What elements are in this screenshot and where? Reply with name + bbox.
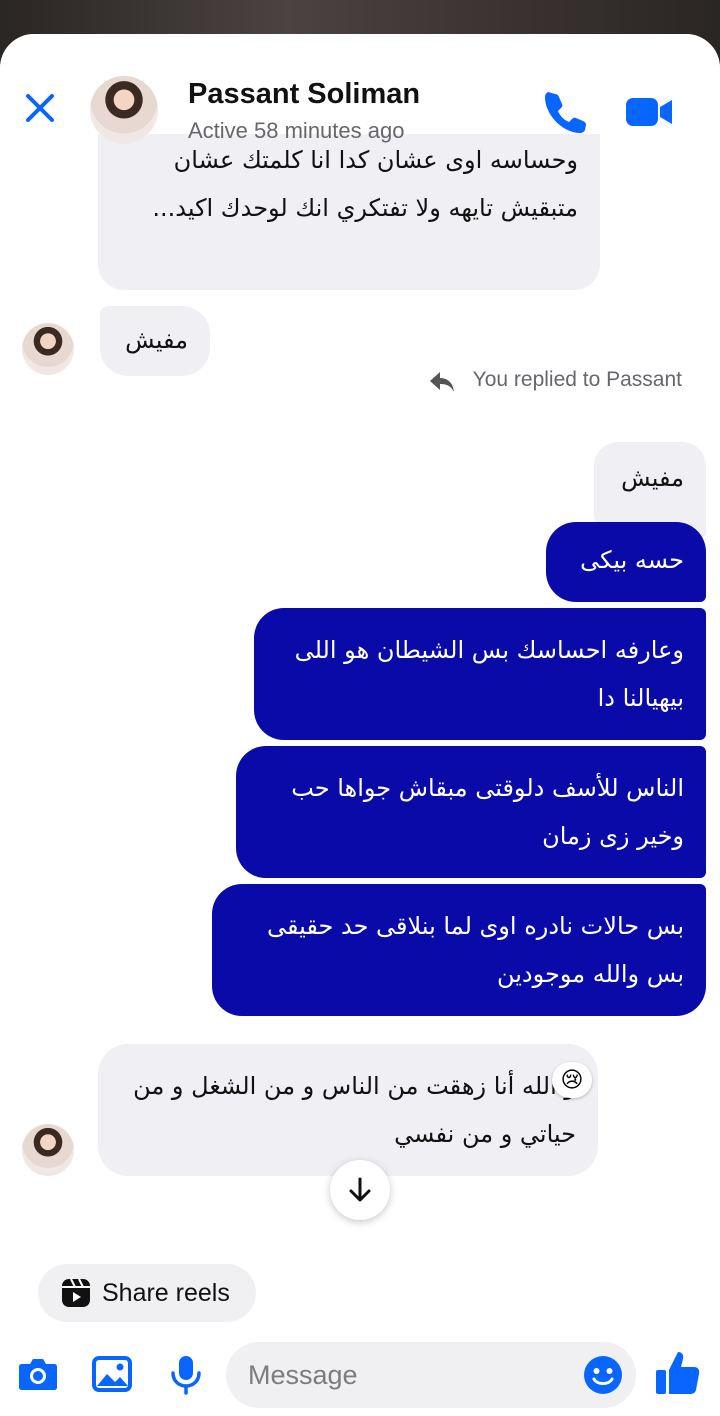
thumbs-up-icon[interactable] — [652, 1348, 702, 1398]
message-line: الناس للأسف دلوقتى مبقاش جواها حب — [291, 774, 684, 802]
close-icon[interactable] — [20, 88, 60, 128]
incoming-message-1[interactable]: وحساسه اوى عشان كدا انا كلمتك عشان متبقي… — [98, 130, 600, 290]
reaction-badge[interactable]: 😢 — [552, 1062, 592, 1098]
message-composer — [0, 1334, 720, 1416]
outgoing-message-3[interactable]: الناس للأسف دلوقتى مبقاش جواها حب وخير ز… — [236, 746, 706, 878]
message-line: متبقيش تايهه ولا تفتكري انك لوحدك اكيد..… — [152, 194, 578, 222]
outgoing-message-1[interactable]: حسه بيكى — [546, 522, 706, 602]
reels-icon — [62, 1278, 90, 1307]
gallery-icon[interactable] — [90, 1352, 134, 1396]
message-line: وعارفه احساسك بس الشيطان هو اللى — [294, 636, 684, 664]
message-input[interactable] — [226, 1342, 636, 1408]
camera-icon[interactable] — [16, 1352, 60, 1396]
message-line: مفيش — [621, 464, 684, 492]
share-reels-button[interactable]: Share reels — [38, 1264, 256, 1322]
contact-name[interactable]: Passant Soliman — [188, 78, 420, 111]
message-line: حياتي و من نفسي — [394, 1120, 576, 1148]
outgoing-message-4[interactable]: بس حالات نادره اوى لما بنلاقى حد حقيقى ب… — [212, 884, 706, 1016]
message-line: بس والله موجودين — [496, 960, 684, 988]
sender-avatar[interactable] — [22, 323, 74, 375]
message-line: حسه بيكى — [580, 546, 684, 574]
outgoing-message-2[interactable]: وعارفه احساسك بس الشيطان هو اللى بيهيالن… — [254, 608, 706, 740]
incoming-message-2[interactable]: مفيش — [100, 306, 210, 376]
arrow-down-icon — [349, 1177, 371, 1202]
phone-icon[interactable] — [542, 88, 590, 136]
message-thread[interactable]: وحساسه اوى عشان كدا انا كلمتك عشان متبقي… — [0, 130, 720, 1240]
message-line: بس حالات نادره اوى لما بنلاقى حد حقيقى — [266, 912, 684, 940]
share-reels-label: Share reels — [102, 1278, 230, 1307]
replied-to-label: You replied to Passant — [472, 368, 682, 391]
microphone-icon[interactable] — [164, 1352, 208, 1396]
scroll-to-bottom-button[interactable] — [330, 1160, 390, 1220]
message-line: بيهيالنا دا — [597, 684, 684, 712]
contact-avatar[interactable] — [90, 76, 158, 144]
message-line: و الله أنا زهقت من الناس و من الشغل و من — [133, 1072, 576, 1100]
contact-status: Active 58 minutes ago — [188, 118, 405, 143]
sender-avatar[interactable] — [22, 1124, 74, 1176]
reply-arrow-icon — [430, 372, 454, 392]
message-line: وخير زى زمان — [542, 822, 684, 850]
chat-sheet: Passant Soliman Active 58 minutes ago وح… — [0, 34, 720, 1416]
chat-header: Passant Soliman Active 58 minutes ago — [0, 34, 720, 144]
emoji-icon[interactable] — [582, 1354, 624, 1396]
message-line: مفيش — [125, 326, 188, 354]
video-icon[interactable] — [624, 90, 674, 134]
incoming-message-3[interactable]: و الله أنا زهقت من الناس و من الشغل و من… — [98, 1044, 598, 1176]
